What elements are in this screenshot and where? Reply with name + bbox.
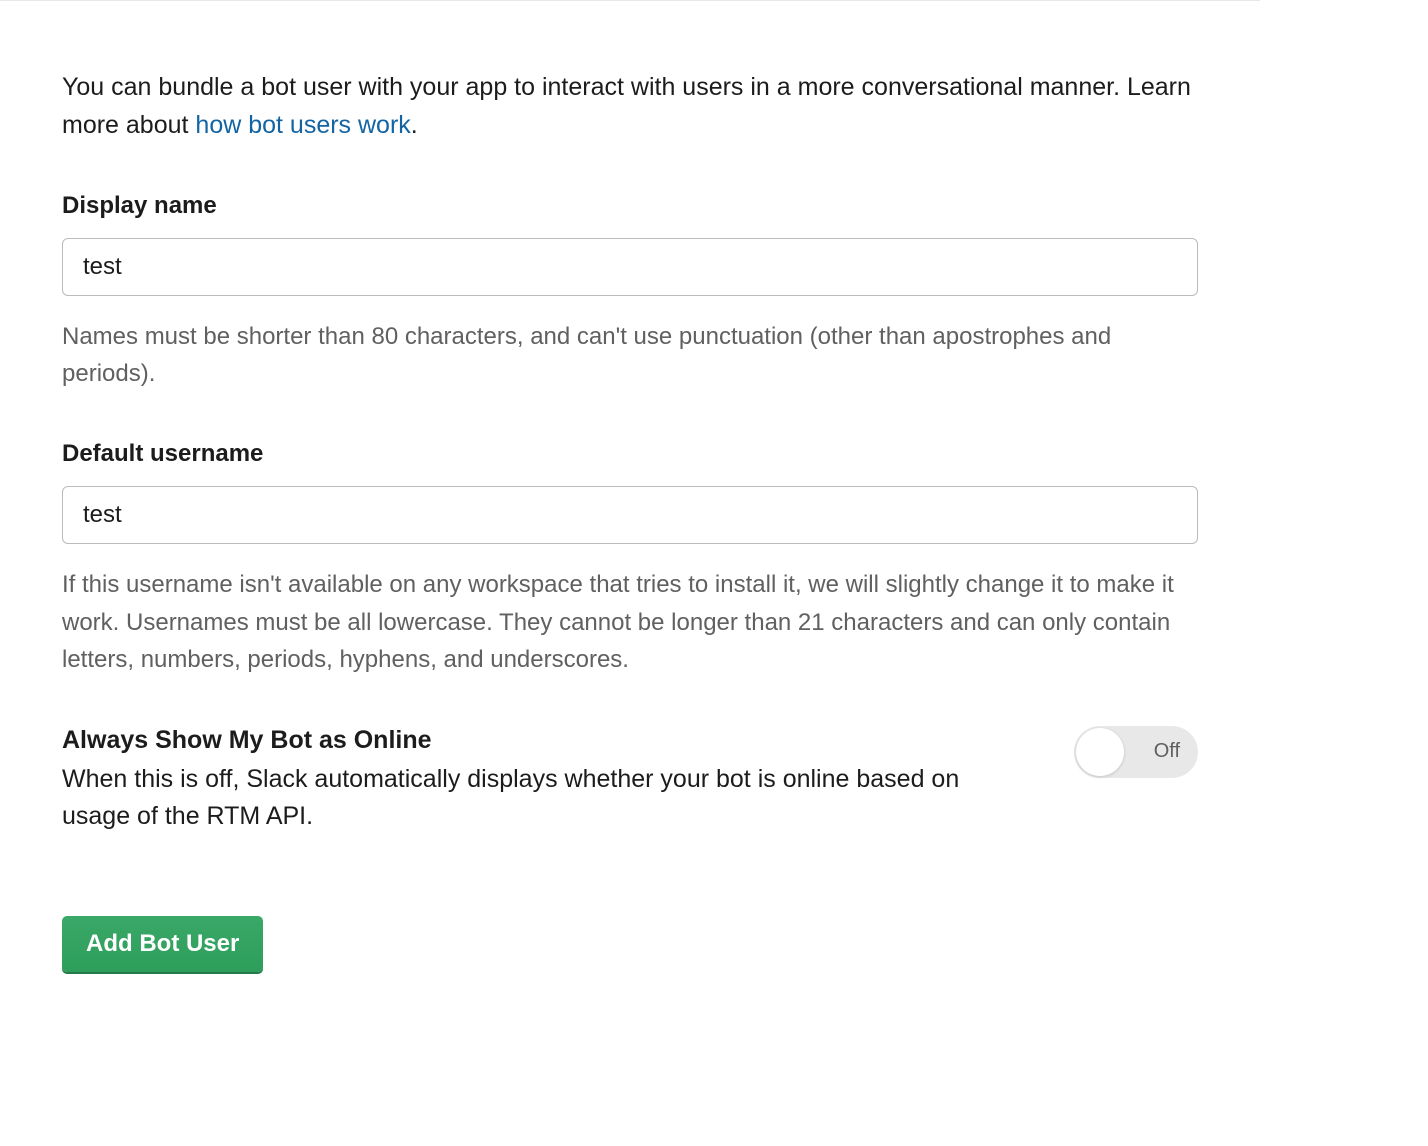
always-online-label: Always Show My Bot as Online bbox=[62, 726, 1034, 755]
intro-paragraph: You can bundle a bot user with your app … bbox=[62, 69, 1198, 144]
display-name-help: Names must be shorter than 80 characters… bbox=[62, 318, 1198, 392]
default-username-group: Default username If this username isn't … bbox=[62, 440, 1198, 678]
default-username-input[interactable] bbox=[62, 486, 1198, 544]
how-bots-work-link[interactable]: how bot users work bbox=[195, 111, 410, 139]
default-username-help: If this username isn't available on any … bbox=[62, 566, 1198, 678]
bot-user-form: You can bundle a bot user with your app … bbox=[0, 0, 1260, 1032]
display-name-group: Display name Names must be shorter than … bbox=[62, 192, 1198, 392]
always-online-info: Always Show My Bot as Online When this i… bbox=[62, 726, 1034, 836]
display-name-input[interactable] bbox=[62, 238, 1198, 296]
intro-text-after: . bbox=[411, 111, 418, 139]
toggle-state-text: Off bbox=[1154, 740, 1180, 763]
display-name-label: Display name bbox=[62, 192, 1198, 220]
always-online-row: Always Show My Bot as Online When this i… bbox=[62, 726, 1198, 836]
toggle-knob-icon bbox=[1076, 728, 1124, 776]
default-username-label: Default username bbox=[62, 440, 1198, 468]
add-bot-user-button[interactable]: Add Bot User bbox=[62, 916, 263, 972]
always-online-toggle[interactable]: Off bbox=[1074, 726, 1198, 778]
always-online-description: When this is off, Slack automatically di… bbox=[62, 761, 1034, 836]
